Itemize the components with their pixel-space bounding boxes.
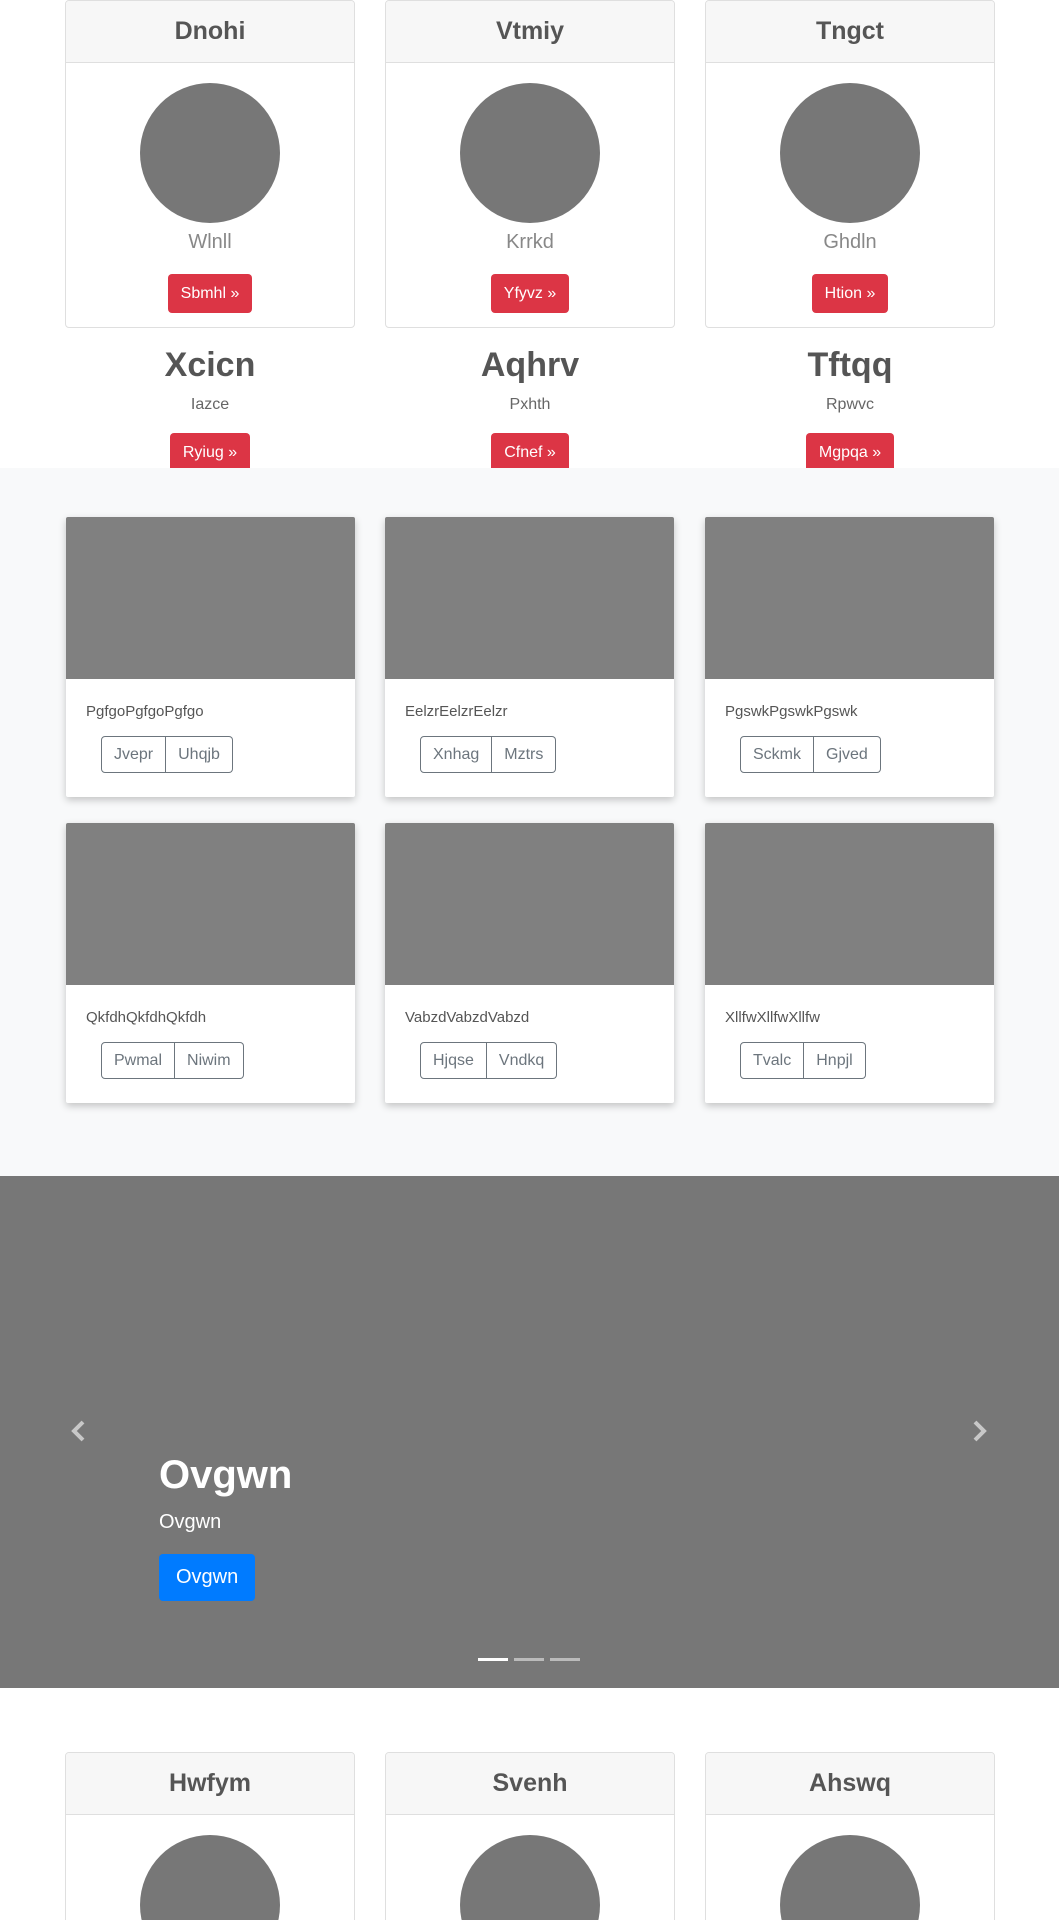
album-button-view[interactable]: Tvalc [740,1042,805,1079]
card-action-button[interactable]: Yfyvz » [490,274,570,313]
album-card: EelzrEelzrEelzr Xnhag Mztrs [385,517,674,797]
button-group: Pwmal Niwim [101,1042,244,1079]
headline-text: Rpwvc [825,396,874,413]
thumbnail-placeholder [66,517,355,679]
album-card-text: EelzrEelzrEelzr [405,703,508,720]
avatar-placeholder [780,1835,920,1920]
album-card-text: VabzdVabzdVabzd [405,1009,530,1026]
album-button-edit[interactable]: Vndkq [486,1042,558,1079]
album-card: VabzdVabzdVabzd Hjqse Vndkq [385,823,674,1103]
album-card-text: XllfwXllfwXllfw [725,1009,821,1026]
thumbnail-placeholder [705,823,994,985]
thumbnail-placeholder [705,517,994,679]
headline-button[interactable]: Ryiug » [169,433,251,472]
chevron-left-icon[interactable] [64,1416,94,1446]
profile-card: Tngct Ghdln Htion » [705,0,995,328]
card-subtitle: Krrkd [506,231,554,253]
card-title: Ahswq [706,1753,994,1815]
thumbnail-placeholder [385,517,674,679]
headline-title: Tftqq [807,346,893,384]
button-group: Tvalc Hnpjl [740,1042,866,1079]
profile-card: Svenh [385,1752,675,1920]
avatar-placeholder [460,1835,600,1920]
avatar-placeholder [140,1835,280,1920]
album-button-view[interactable]: Xnhag [420,736,493,773]
headline-title: Aqhrv [480,346,580,384]
album-card: QkfdhQkfdhQkfdh Pwmal Niwim [66,823,355,1103]
album-button-view[interactable]: Pwmal [101,1042,176,1079]
carousel-indicator[interactable] [478,1658,508,1661]
carousel-caption: Ovgwn Ovgwn Ovgwn [159,1449,292,1601]
album-card: XllfwXllfwXllfw Tvalc Hnpjl [705,823,994,1103]
carousel-text: Ovgwn [159,1511,222,1533]
headline-block: Xcicn Iazce Ryiug » [65,342,355,472]
avatar-placeholder [140,83,280,223]
card-action-button[interactable]: Htion » [811,274,889,313]
album-button-edit[interactable]: Gjved [814,736,881,773]
carousel: Ovgwn Ovgwn Ovgwn [0,1176,1059,1688]
card-subtitle: Wlnll [188,231,232,253]
card-title: Svenh [386,1753,674,1815]
card-action-button[interactable]: Sbmhl » [167,274,253,313]
album-card: PgswkPgswkPgswk Sckmk Gjved [705,517,994,797]
avatar-placeholder [780,83,920,223]
chevron-right-icon[interactable] [964,1416,994,1446]
button-group: Xnhag Mztrs [420,736,557,773]
album-section: PgfgoPgfgoPgfgo Jvepr Uhqjb EelzrEelzrEe… [0,468,1059,1176]
album-button-edit[interactable]: Uhqjb [166,736,233,773]
album-button-edit[interactable]: Niwim [175,1042,244,1079]
card-title: Hwfym [66,1753,354,1815]
card-title: Dnohi [66,1,354,63]
profile-card: Ahswq [705,1752,995,1920]
headline-text: Pxhth [509,396,551,413]
profile-card: Dnohi Wlnll Sbmhl » [65,0,355,328]
button-group: Jvepr Uhqjb [101,736,233,773]
album-card-text: QkfdhQkfdhQkfdh [86,1009,207,1026]
avatar-placeholder [460,83,600,223]
carousel-indicator[interactable] [514,1658,544,1661]
album-card-text: PgfgoPgfgoPgfgo [86,703,204,720]
carousel-button[interactable]: Ovgwn [159,1554,256,1601]
album-button-view[interactable]: Jvepr [101,736,167,773]
album-button-edit[interactable]: Mztrs [492,736,557,773]
profile-card: Vtmiy Krrkd Yfyvz » [385,0,675,328]
headline-block: Tftqq Rpwvc Mgpqa » [705,342,995,472]
profile-card: Hwfym [65,1752,355,1920]
album-card-text: PgswkPgswkPgswk [725,703,858,720]
headline-button[interactable]: Mgpqa » [805,433,895,472]
card-title: Tngct [706,1,994,63]
headline-block: Aqhrv Pxhth Cfnef » [385,342,675,472]
headline-title: Xcicn [164,346,256,384]
card-subtitle: Ghdln [823,231,877,253]
headline-text: Iazce [190,396,230,413]
card-title: Vtmiy [386,1,674,63]
album-button-view[interactable]: Sckmk [740,736,814,773]
button-group: Sckmk Gjved [740,736,881,773]
button-group: Hjqse Vndkq [420,1042,558,1079]
headline-button[interactable]: Cfnef » [491,433,569,472]
album-button-edit[interactable]: Hnpjl [804,1042,866,1079]
album-button-view[interactable]: Hjqse [420,1042,487,1079]
carousel-indicator[interactable] [550,1658,580,1661]
thumbnail-placeholder [385,823,674,985]
carousel-title: Ovgwn [159,1453,293,1497]
album-card: PgfgoPgfgoPgfgo Jvepr Uhqjb [66,517,355,797]
thumbnail-placeholder [66,823,355,985]
